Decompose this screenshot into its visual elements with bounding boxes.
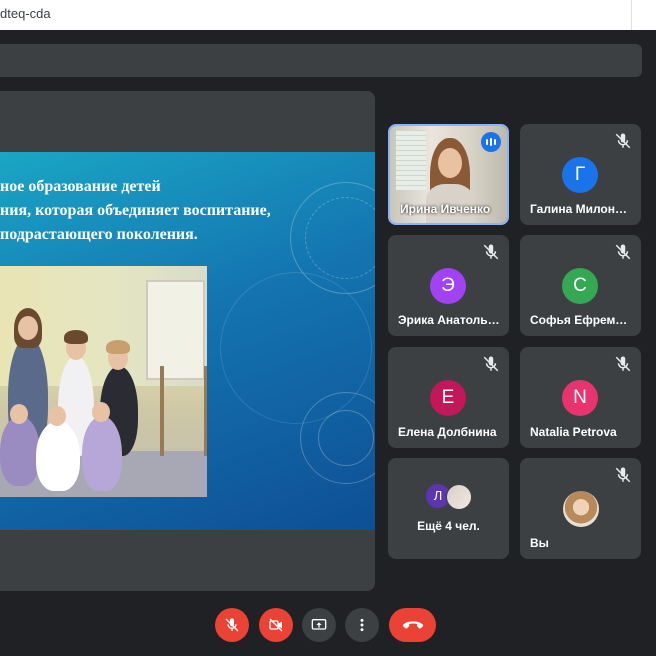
end-call-icon [403, 621, 424, 629]
photo-person-hair [106, 340, 130, 354]
participant-tile[interactable]: Г Галина Милоно… [520, 124, 641, 225]
mic-off-icon [225, 618, 239, 632]
mic-off-icon [483, 356, 499, 372]
end-call-button[interactable] [389, 608, 436, 642]
photo-person-head [18, 316, 38, 340]
browser-url-bar[interactable]: dteq-cda [0, 0, 656, 31]
participant-name: Софья Ефремова [530, 313, 634, 327]
photo-easel [160, 366, 207, 456]
photo-person-head [10, 404, 28, 424]
participant-tile-speaker[interactable]: Ирина Ивченко [388, 124, 509, 225]
photo-person-head [92, 402, 110, 422]
participant-tile[interactable]: Е Елена Долбнина [388, 347, 509, 448]
presentation-slide: ное образование детей ния, которая объед… [0, 152, 375, 530]
slide-title: ное образование детей ния, которая объед… [0, 175, 370, 247]
url-bar-edge [631, 0, 656, 30]
participant-name: Елена Долбнина [398, 425, 497, 439]
photo-person [82, 416, 122, 491]
mic-off-icon [615, 356, 631, 372]
photo-person [0, 416, 40, 486]
mic-off-icon [615, 467, 631, 483]
mic-off-icon [615, 133, 631, 149]
more-participants-avatars: Л [426, 484, 476, 510]
participant-name: Галина Милоно… [530, 202, 634, 216]
photo-person-hair [64, 330, 88, 344]
participant-tile[interactable]: N Natalia Petrova [520, 347, 641, 448]
more-participants-label: Ещё 4 чел. [417, 519, 480, 533]
slide-title-line: ния, которая объединяет воспитание, [0, 202, 271, 219]
slide-decoration-circle [220, 272, 372, 424]
video-window-blinds [396, 130, 426, 190]
slide-decoration-circle [318, 410, 374, 466]
photo-window [146, 280, 205, 380]
more-participants-tile[interactable]: Л Ещё 4 чел. [388, 458, 509, 559]
mic-off-icon [483, 244, 499, 260]
participant-avatar-photo [446, 484, 472, 510]
mic-toggle-button[interactable] [215, 608, 249, 642]
meeting-top-bar [0, 44, 642, 77]
participant-tile[interactable]: С Софья Ефремова [520, 235, 641, 336]
photo-person [36, 421, 80, 491]
self-tile[interactable]: Вы [520, 458, 641, 559]
more-options-icon [360, 618, 364, 632]
photo-person-head [48, 406, 66, 426]
more-options-button[interactable] [345, 608, 379, 642]
participant-avatar: N [562, 380, 598, 416]
call-controls [0, 600, 656, 656]
video-person-face [438, 148, 462, 178]
present-screen-button[interactable] [302, 608, 336, 642]
participant-tile[interactable]: Э Эрика Анатоль… [388, 235, 509, 336]
camera-off-icon [269, 618, 283, 632]
participant-avatar: С [562, 268, 598, 304]
participant-avatar: Е [430, 380, 466, 416]
self-avatar-photo [563, 491, 599, 527]
speaking-indicator-icon [481, 132, 501, 152]
slide-title-line: подрастающего поколения. [0, 226, 198, 243]
url-text[interactable]: dteq-cda [0, 6, 51, 21]
slide-title-line: ное образование детей [0, 178, 161, 195]
participant-name: Эрика Анатоль… [398, 313, 500, 327]
mic-off-icon [615, 244, 631, 260]
slide-group-photo [0, 266, 207, 497]
participant-name: Вы [530, 536, 549, 550]
camera-toggle-button[interactable] [259, 608, 293, 642]
present-screen-icon [311, 619, 327, 630]
participant-avatar: Э [430, 268, 466, 304]
participant-name: Ирина Ивченко [400, 202, 491, 216]
participant-avatar: Г [562, 157, 598, 193]
window-strip [0, 30, 656, 40]
participant-name: Natalia Petrova [530, 425, 617, 439]
